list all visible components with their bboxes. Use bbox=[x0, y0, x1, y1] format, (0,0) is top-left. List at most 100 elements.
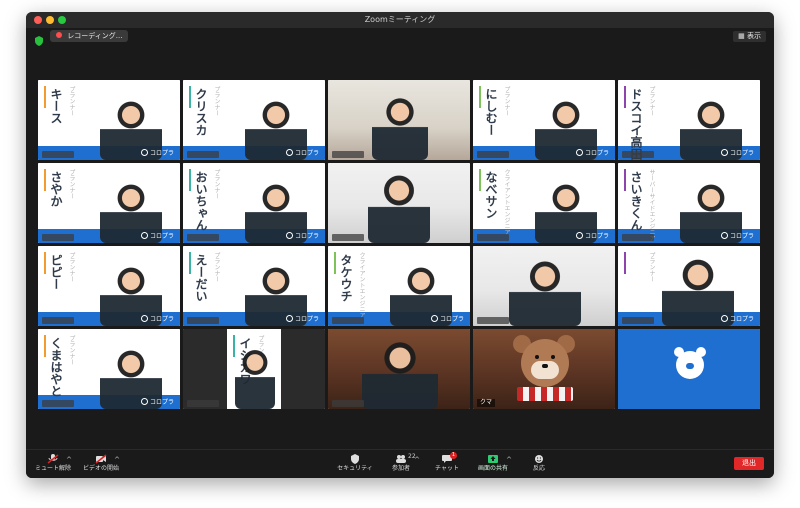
participant-tile[interactable] bbox=[328, 163, 470, 243]
recording-indicator[interactable]: レコーディング... bbox=[50, 30, 129, 42]
participant-label-bar bbox=[477, 317, 509, 324]
participant-label-bar bbox=[42, 151, 74, 158]
share-screen-button[interactable]: 画面の共有 ^ bbox=[470, 454, 516, 476]
participant-name: にしむー bbox=[484, 88, 498, 136]
security-label: セキュリティ bbox=[337, 465, 373, 472]
participant-tile[interactable]: さやか プランナー コロプラ bbox=[38, 163, 180, 243]
participant-name: えーだい bbox=[194, 254, 208, 302]
participant-name: タケウチ bbox=[339, 254, 353, 302]
participant-tile[interactable]: くまはやと プランナー コロプラ bbox=[38, 329, 180, 409]
chevron-up-icon[interactable]: ^ bbox=[506, 456, 512, 464]
participant-tile[interactable]: イシカワ プランナー bbox=[183, 329, 325, 409]
company-logo: コロプラ bbox=[575, 148, 609, 157]
company-logo: コロプラ bbox=[285, 148, 319, 157]
participant-tile[interactable]: キース プランナー コロプラ bbox=[38, 80, 180, 160]
company-logo: コロプラ bbox=[140, 231, 174, 240]
grid-icon: ▦ bbox=[738, 32, 745, 40]
start-video-button[interactable]: ビデオの開始 ^ bbox=[78, 454, 124, 476]
company-logo: コロプラ bbox=[285, 231, 319, 240]
participant-label-bar bbox=[622, 234, 654, 241]
participant-label-bar bbox=[42, 317, 74, 324]
participant-label-bar bbox=[622, 151, 654, 158]
mute-label: ミュート解除 bbox=[34, 465, 71, 472]
participant-name-label: クマ bbox=[477, 399, 496, 407]
participant-tile[interactable] bbox=[328, 80, 470, 160]
participant-role: プランナー bbox=[213, 86, 220, 116]
participant-name: ドスコイ高田 bbox=[629, 88, 643, 160]
company-logo: コロプラ bbox=[720, 148, 754, 157]
logo-mark-icon bbox=[140, 398, 148, 405]
chat-unread-badge: 1 bbox=[450, 452, 457, 459]
participant-label-bar bbox=[332, 234, 364, 241]
participant-role: プランナー bbox=[648, 252, 655, 282]
logo-mark-icon bbox=[720, 232, 728, 239]
record-dot-icon bbox=[56, 32, 62, 38]
participant-label-bar bbox=[187, 151, 219, 158]
reactions-button[interactable]: 反応 bbox=[516, 454, 562, 476]
participant-role: サーバーサイドエンジニア bbox=[648, 169, 655, 241]
participant-name: さいきくん bbox=[629, 171, 643, 231]
share-screen-label: 画面の共有 bbox=[477, 465, 508, 472]
chevron-up-icon[interactable]: ^ bbox=[414, 456, 420, 464]
participant-name: クリスカ bbox=[194, 88, 208, 136]
participant-tile[interactable]: プランナー コロプラ bbox=[618, 246, 760, 326]
participants-label: 参加者 bbox=[391, 465, 410, 472]
participant-label-bar bbox=[42, 234, 74, 241]
security-shield-icon bbox=[351, 454, 359, 464]
participant-tile[interactable]: にしむー プランナー コロプラ bbox=[473, 80, 615, 160]
reactions-icon bbox=[535, 455, 543, 463]
reactions-label: 反応 bbox=[532, 465, 545, 472]
participant-tile[interactable]: クリスカ プランナー コロプラ bbox=[183, 80, 325, 160]
company-logo: コロプラ bbox=[285, 314, 319, 323]
participant-tile[interactable] bbox=[618, 329, 760, 409]
participant-tile[interactable]: クマ bbox=[473, 329, 615, 409]
participant-tile[interactable]: ドスコイ高田 プランナー コロプラ bbox=[618, 80, 760, 160]
chat-label: チャット bbox=[435, 465, 459, 472]
meeting-controls-bar: ミュート解除 ^ ビデオの開始 ^ セキュリティ 22 参加者 ^ 1 チャット… bbox=[26, 449, 774, 478]
start-video-label: ビデオの開始 bbox=[82, 465, 119, 472]
participant-tile[interactable]: ピピー プランナー コロプラ bbox=[38, 246, 180, 326]
participant-role: クライアントエンジニア bbox=[503, 169, 510, 235]
participant-tile[interactable]: なべサン クライアントエンジニア コロプラ bbox=[473, 163, 615, 243]
chevron-up-icon[interactable]: ^ bbox=[114, 456, 120, 464]
logo-mark-icon bbox=[285, 149, 293, 156]
participant-role: プランナー bbox=[648, 86, 655, 116]
participant-role: プランナー bbox=[213, 252, 220, 282]
participant-label-bar bbox=[332, 400, 364, 407]
chat-button[interactable]: 1 チャット bbox=[424, 452, 470, 476]
chevron-up-icon[interactable]: ^ bbox=[66, 456, 72, 464]
logo-mark-icon bbox=[720, 149, 728, 156]
participant-label-bar bbox=[42, 400, 74, 407]
logo-mark-icon bbox=[140, 149, 148, 156]
view-label: 表示 bbox=[747, 32, 761, 40]
participant-name: くまはやと bbox=[49, 337, 63, 397]
logo-mark-icon bbox=[140, 232, 148, 239]
participant-tile[interactable] bbox=[328, 329, 470, 409]
participant-tile[interactable]: さいきくん サーバーサイドエンジニア コロプラ bbox=[618, 163, 760, 243]
participant-label-bar bbox=[187, 400, 219, 407]
participant-name: ピピー bbox=[49, 254, 63, 290]
participant-label-bar bbox=[477, 151, 509, 158]
security-button[interactable]: セキュリティ bbox=[332, 454, 378, 476]
company-logo: コロプラ bbox=[720, 314, 754, 323]
participant-role: クライアントエンジニア bbox=[358, 252, 365, 318]
company-logo: コロプラ bbox=[140, 148, 174, 157]
participant-tile[interactable]: おいちゃん プランナー コロプラ bbox=[183, 163, 325, 243]
participant-name: さやか bbox=[49, 171, 63, 207]
participant-tile[interactable]: タケウチ クライアントエンジニア コロプラ bbox=[328, 246, 470, 326]
participant-tile[interactable]: えーだい プランナー コロプラ bbox=[183, 246, 325, 326]
shield-icon[interactable] bbox=[34, 31, 44, 46]
participant-role: プランナー bbox=[213, 169, 220, 199]
logo-mark-icon bbox=[140, 315, 148, 322]
participant-label-bar bbox=[477, 234, 509, 241]
participant-name: なべサン bbox=[484, 171, 498, 219]
view-button[interactable]: ▦ 表示 bbox=[733, 31, 766, 42]
mute-button[interactable]: ミュート解除 ^ bbox=[30, 454, 76, 476]
participants-button[interactable]: 22 参加者 ^ bbox=[378, 453, 424, 476]
participant-video bbox=[362, 341, 438, 409]
participant-tile[interactable] bbox=[473, 246, 615, 326]
participant-video bbox=[372, 96, 428, 160]
leave-meeting-button[interactable]: 退出 bbox=[734, 457, 764, 470]
participant-role: プランナー bbox=[503, 86, 510, 116]
company-logo: コロプラ bbox=[140, 314, 174, 323]
